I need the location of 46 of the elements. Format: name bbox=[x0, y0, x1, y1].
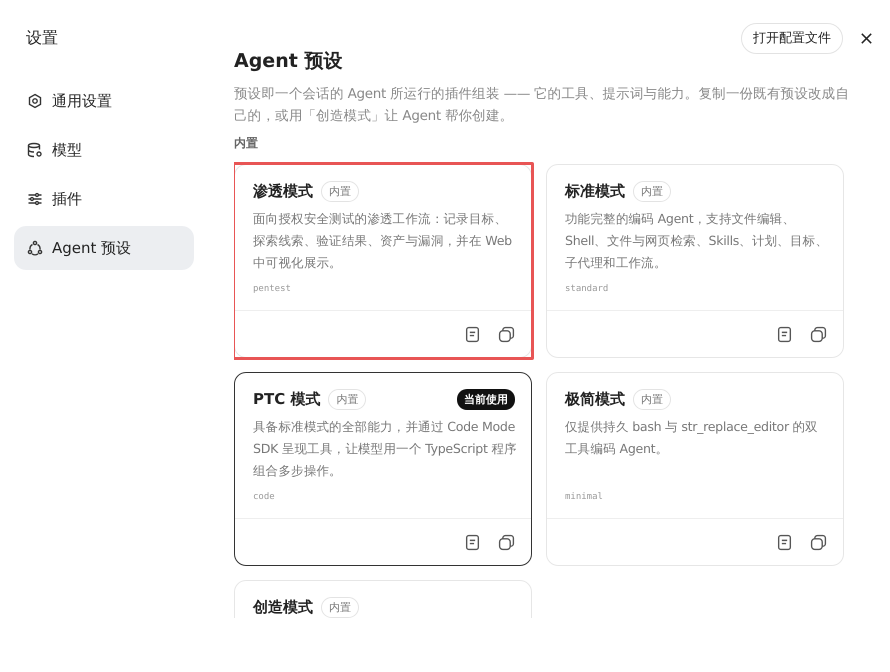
copy-icon[interactable] bbox=[498, 534, 515, 550]
gear-icon bbox=[27, 93, 43, 109]
preset-card[interactable]: PTC 模式 内置 当前使用 具备标准模式的全部能力，并通过 Code Mode SDK 呈现工具，让模型用一个 TypeScript 程序组合多步操作。 code bbox=[234, 372, 532, 566]
preset-card[interactable]: 创造模式 内置 bbox=[234, 580, 532, 618]
section-label: 内置 bbox=[234, 135, 259, 152]
sliders-icon bbox=[27, 191, 43, 207]
current-badge: 当前使用 bbox=[457, 389, 515, 410]
preset-name: 极简模式 bbox=[565, 390, 625, 409]
document-icon[interactable] bbox=[776, 534, 793, 550]
preset-description: 具备标准模式的全部能力，并通过 Code Mode SDK 呈现工具，让模型用一个 TypeScript 程序组合多步操作。 bbox=[252, 418, 518, 480]
preset-id: code bbox=[252, 491, 276, 502]
copy-icon[interactable] bbox=[810, 326, 827, 342]
document-icon[interactable] bbox=[464, 326, 481, 342]
page-title: Agent 预设 bbox=[234, 49, 344, 74]
preset-tag: 内置 bbox=[633, 389, 671, 410]
agent-icon bbox=[27, 240, 43, 256]
preset-card[interactable]: 渗透模式 内置 面向授权安全测试的渗透工作流：记录目标、探索线索、验证结果、资产与漏洞，并在 Web 中可视化展示。 pentest bbox=[234, 164, 532, 358]
copy-icon[interactable] bbox=[810, 534, 827, 550]
document-icon[interactable] bbox=[776, 326, 793, 342]
sidebar-title: 设置 bbox=[25, 28, 59, 49]
close-icon[interactable] bbox=[859, 30, 874, 46]
document-icon[interactable] bbox=[464, 534, 481, 550]
preset-id: standard bbox=[564, 283, 610, 294]
sidebar-item[interactable]: 通用设置 bbox=[14, 79, 194, 123]
preset-name: 创造模式 bbox=[253, 598, 313, 617]
preset-card[interactable]: 标准模式 内置 功能完整的编码 Agent，支持文件编辑、Shell、文件与网页检索、Skills、计划、目标、子代理和工作流。 standard bbox=[546, 164, 844, 358]
preset-description: 面向授权安全测试的渗透工作流：记录目标、探索线索、验证结果、资产与漏洞，并在 Web 中可视化展示。 bbox=[252, 210, 513, 272]
preset-description: 仅提供持久 bash 与 str_replace_editor 的双工具编码 Agent。 bbox=[564, 418, 819, 458]
copy-icon[interactable] bbox=[498, 326, 515, 342]
preset-name: 渗透模式 bbox=[253, 182, 313, 201]
preset-name: PTC 模式 bbox=[253, 390, 320, 409]
preset-name: 标准模式 bbox=[565, 182, 625, 201]
preset-id: minimal bbox=[564, 491, 604, 502]
preset-tag: 内置 bbox=[633, 181, 671, 202]
preset-id: pentest bbox=[252, 283, 292, 294]
open-config-button[interactable]: 打开配置文件 bbox=[741, 22, 843, 54]
preset-tag: 内置 bbox=[328, 389, 366, 410]
preset-description: 功能完整的编码 Agent，支持文件编辑、Shell、文件与网页检索、Skills、计划、目标、子代理和工作流。 bbox=[564, 210, 829, 272]
page-description: 预设即一个会话的 Agent 所运行的插件组装 —— 它的工具、提示词与能力。复制一份既有预设改成自己的，或用「创造模式」让 Agent 帮你创建。 bbox=[234, 85, 850, 126]
sidebar-item[interactable]: Agent 预设 bbox=[14, 226, 194, 270]
preset-tag: 内置 bbox=[321, 597, 359, 618]
preset-card[interactable]: 极简模式 内置 仅提供持久 bash 与 str_replace_editor 的双工具编码 Agent。 minimal bbox=[546, 372, 844, 566]
sidebar-item[interactable]: 模型 bbox=[14, 128, 194, 172]
preset-tag: 内置 bbox=[321, 181, 359, 202]
database-icon bbox=[27, 142, 43, 158]
sidebar-item[interactable]: 插件 bbox=[14, 177, 194, 221]
